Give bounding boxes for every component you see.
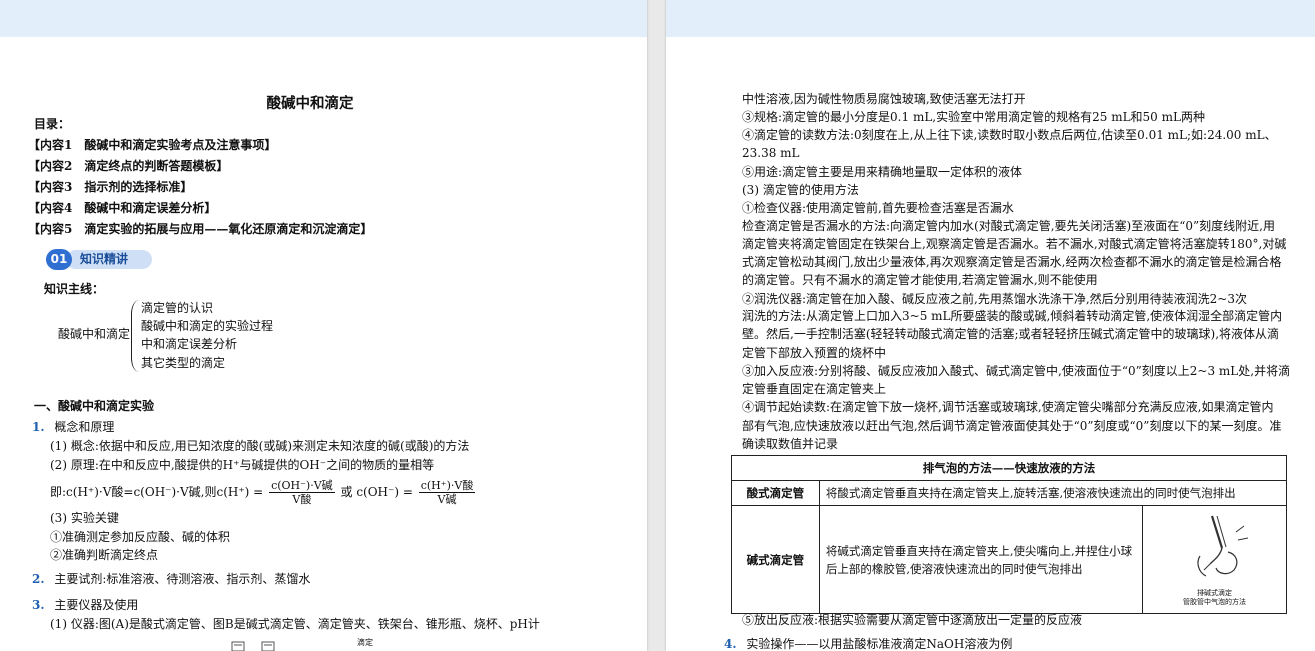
section-badge: 知识精讲 01 <box>46 249 154 270</box>
text-line: 确读取数值并记录 <box>742 437 839 451</box>
item-1: 1. 概念和原理 <box>32 418 114 436</box>
fraction-denominator: V酸 <box>292 493 312 506</box>
key-title: (3) 实验关键 <box>50 511 119 525</box>
document-page-left: 酸碱中和滴定 目录： 【内容1 酸碱中和滴定实验考点及注意事项】 【内容2 滴定… <box>0 0 647 651</box>
text-line: 式滴定管松动其阀门,放出少量液体,再次观察滴定管是否漏水,经两次检查都不漏水的滴… <box>742 255 1282 269</box>
formula-or: 或 c(OH⁻) = <box>340 485 413 499</box>
text-line: 的滴定管。只有不漏水的滴定管才能使用,若滴定管漏水,则不能使用 <box>742 273 1098 287</box>
item-text: 主要试剂:标准溶液、待测溶液、指示剂、蒸馏水 <box>54 572 311 586</box>
text-line: 中性溶液,因为碱性物质易腐蚀玻璃,致使活塞无法打开 <box>742 92 1026 106</box>
table-cell: 将碱式滴定管垂直夹持在滴定管夹上,使尖嘴向上,并捏住小球后上部的橡胶管,使溶液快… <box>818 505 1144 614</box>
tree-item-3: 中和滴定误差分析 <box>141 337 238 351</box>
figure-label-fragment: 滴定 <box>357 638 373 647</box>
fraction-2: c(H⁺)·V酸 V碱 <box>418 479 476 506</box>
badge-number: 01 <box>46 249 72 270</box>
text-line: 检查滴定管是否漏水的方法:向滴定管内加水(对酸式滴定管,要先关闭活塞)至液面在“… <box>742 219 1275 233</box>
item-number: 2. <box>32 572 45 586</box>
instrument-text: (1) 仪器:图(A)是酸式滴定管、图B是碱式滴定管、滴定管夹、铁架台、锥形瓶、… <box>50 617 540 631</box>
item-title: 主要仪器及使用 <box>54 598 139 612</box>
tree-item-1: 滴定管的认识 <box>141 301 214 315</box>
release-text: ⑤放出反应液:根据实验需要从滴定管中逐滴放出一定量的反应液 <box>742 613 1083 627</box>
text-line: ⑤用途:滴定管主要是用来精确地量取一定体积的液体 <box>742 165 1023 179</box>
toc-item-5[interactable]: 【内容5 滴定实验的拓展与应用——氧化还原滴定和沉淀滴定】 <box>28 220 372 238</box>
text-line: (3) 滴定管的使用方法 <box>742 183 859 197</box>
fraction-denominator: V碱 <box>437 493 457 506</box>
item-number: 3. <box>32 598 45 612</box>
figure-cell: 排碱式滴定 管胶管中气泡的方法 <box>1142 505 1287 614</box>
tree-root: 酸碱中和滴定 <box>58 327 131 341</box>
table-header: 排气泡的方法——快速放液的方法 <box>731 455 1287 481</box>
text-line: ④调节起始读数:在滴定管下放一烧杯,调节活塞或玻璃球,使滴定管尖嘴部分充满反应液… <box>742 400 1274 414</box>
toc-item-1[interactable]: 【内容1 酸碱中和滴定实验考点及注意事项】 <box>28 136 276 154</box>
item-3: 3. 主要仪器及使用 <box>32 596 138 614</box>
text-line: 定管下部放入预置的烧杯中 <box>742 346 887 360</box>
text-line: 壁。然后,一手控制活塞(轻轻转动酸式滴定管的活塞;或者轻轻挤压碱式滴定管中的玻璃… <box>742 327 1280 341</box>
item-text: 实验操作——以用盐酸标准液滴定NaOH溶液为例 <box>746 637 1013 651</box>
formula-prefix: 即:c(H⁺)·V酸=c(OH⁻)·V碱,则c(H⁺) = <box>50 485 264 499</box>
burette-figure-partial <box>231 641 275 651</box>
toc-item-4[interactable]: 【内容4 酸碱中和滴定误差分析】 <box>28 199 216 217</box>
table-row-label: 酸式滴定管 <box>731 480 820 506</box>
table-row-label: 碱式滴定管 <box>731 505 820 614</box>
text-line: 滴定管夹将滴定管固定在铁架台上,观察滴定管是否漏水。若不漏水,对酸式滴定管将活塞… <box>742 237 1287 251</box>
item-2: 2. 主要试剂:标准溶液、待测溶液、指示剂、蒸馏水 <box>32 570 310 588</box>
formula-line: 即:c(H⁺)·V酸=c(OH⁻)·V碱,则c(H⁺) = c(OH⁻)·V碱 V… <box>50 472 477 512</box>
document-title: 酸碱中和滴定 <box>266 95 354 112</box>
text-line: ①检查仪器:使用滴定管前,首先要检查活塞是否漏水 <box>742 201 1014 215</box>
tree-item-4: 其它类型的滴定 <box>141 356 226 370</box>
bubble-removal-table: 排气泡的方法——快速放液的方法 酸式滴定管 将酸式滴定管垂直夹持在滴定管夹上,旋… <box>731 455 1288 614</box>
key-point-1: ①准确测定参加反应酸、碱的体积 <box>50 530 231 544</box>
tree-item-2: 酸碱中和滴定的实验过程 <box>141 319 274 333</box>
fraction-1: c(OH⁻)·V碱 V酸 <box>269 479 335 506</box>
text-line: ④滴定管的读数方法:0刻度在上,从上往下读,读数时取小数点后两位,估读至0.01… <box>742 128 1277 142</box>
item-number: 1. <box>32 420 45 434</box>
toc-label: 目录： <box>34 117 71 131</box>
page-header-band <box>0 0 647 37</box>
mainline-label: 知识主线： <box>44 282 105 296</box>
key-point-2: ②准确判断滴定终点 <box>50 548 159 562</box>
concept-text: (1) 概念:依据中和反应,用已知浓度的酸(或碱)来测定未知浓度的碱(或酸)的方… <box>50 439 470 453</box>
figure-caption-1: 排碱式滴定 <box>1197 589 1233 597</box>
text-line: 部有气泡,应快速放液以赶出气泡,然后调节滴定管液面使其处于“0”刻度或“0”刻度… <box>742 419 1282 433</box>
fraction-numerator: c(OH⁻)·V碱 <box>269 479 335 493</box>
brace-bracket <box>131 300 141 372</box>
burette-bubble-illustration <box>1196 515 1248 577</box>
section-heading: 一、酸碱中和滴定实验 <box>34 399 155 413</box>
item-4: 4. 实验操作——以用盐酸标准液滴定NaOH溶液为例 <box>724 635 1012 651</box>
text-line: 23.38 mL <box>742 146 800 160</box>
badge-label: 知识精讲 <box>66 250 152 269</box>
text-line: 定管垂直固定在滴定管夹上 <box>742 382 887 396</box>
text-line: ②润洗仪器:滴定管在加入酸、碱反应液之前,先用蒸馏水洗涤干净,然后分别用待装液润… <box>742 292 1247 306</box>
page-header-band <box>666 0 1315 37</box>
text-line: ③加入反应液:分别将酸、碱反应液加入酸式、碱式滴定管中,使液面位于“0”刻度以上… <box>742 364 1291 378</box>
table-cell: 将酸式滴定管垂直夹持在滴定管夹上,旋转活塞,使溶液快速流出的同时使气泡排出 <box>818 480 1288 506</box>
toc-item-3[interactable]: 【内容3 指示剂的选择标准】 <box>28 178 192 196</box>
fraction-numerator: c(H⁺)·V酸 <box>418 479 476 493</box>
toc-item-2[interactable]: 【内容2 滴定终点的判断答题模板】 <box>28 157 228 175</box>
text-line: 润洗的方法:从滴定管上口加入3~5 mL所要盛装的酸或碱,倾斜着转动滴定管,使液… <box>742 309 1283 323</box>
figure-caption-2: 管胶管中气泡的方法 <box>1183 598 1247 606</box>
item-title: 概念和原理 <box>54 420 115 434</box>
item-number: 4. <box>724 637 737 651</box>
text-line: ③规格:滴定管的最小分度是0.1 mL,实验室中常用滴定管的规格有25 mL和5… <box>742 110 1205 124</box>
